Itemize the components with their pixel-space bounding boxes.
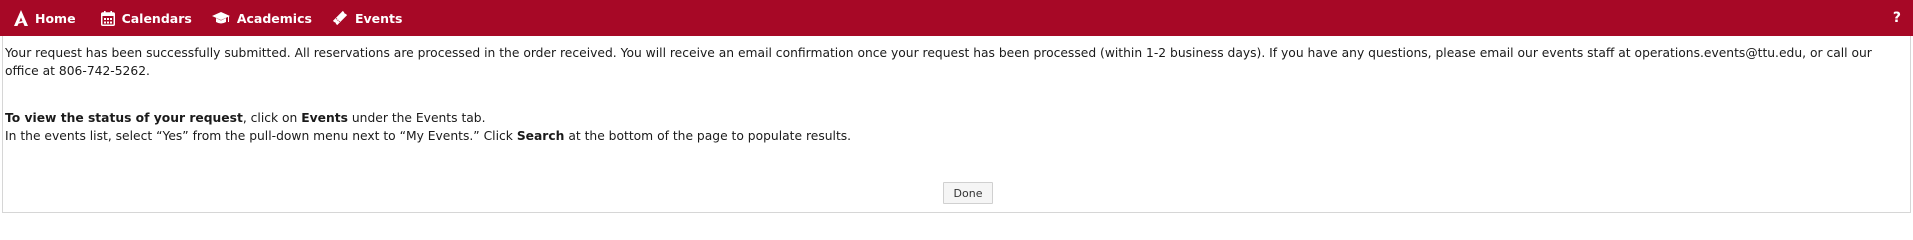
instruction-text: In the events list, select “Yes” from th… [5,129,517,143]
status-text-end: under the Events tab. [347,111,486,125]
nav-item-label: Events [354,10,403,26]
help-button[interactable]: ? [1893,0,1901,36]
nav-item-label: Calendars [121,10,192,26]
nav-item-label: Academics [236,10,312,26]
confirmation-message: Your request has been successfully submi… [5,46,1872,78]
status-instruction: To view the status of your request, clic… [5,109,486,127]
calendar-icon [100,10,115,26]
done-button[interactable]: Done [943,182,993,204]
ticket-icon [332,10,348,26]
search-bold-text: Search [516,129,565,143]
nav-item-academics[interactable]: Academics [211,0,312,36]
nav-item-events[interactable]: Events [332,0,402,36]
nav-item-label: Home [35,10,76,26]
search-instruction: In the events list, select “Yes” from th… [5,127,851,145]
nav-item-home[interactable]: Home [14,0,76,36]
events-bold-text: Events [301,111,348,125]
top-navbar: Home Calendars Academics Events ? [0,0,1913,36]
status-text: , click on [242,111,302,125]
status-bold-text: To view the status of your request [5,111,243,125]
graduation-cap-icon [211,11,230,25]
home-logo-icon [14,10,28,26]
confirmation-panel: Your request has been successfully submi… [2,36,1911,213]
instruction-text-end: at the bottom of the page to populate re… [564,129,852,143]
nav-item-calendars[interactable]: Calendars [100,0,192,36]
